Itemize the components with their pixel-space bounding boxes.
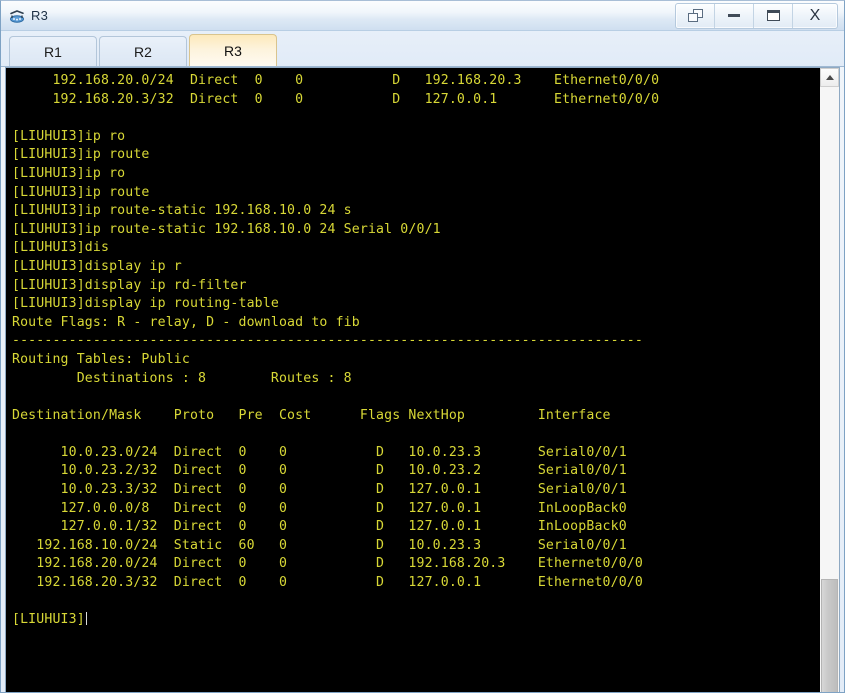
terminal-line: [LIUHUI3]display ip rd-filter — [12, 277, 247, 293]
tab-r3[interactable]: R3 — [189, 34, 277, 66]
terminal-line: 127.0.0.0/8 Direct 0 0 D 127.0.0.1 InLoo… — [12, 500, 627, 516]
tab-r2[interactable]: R2 — [99, 36, 187, 66]
terminal-line: [LIUHUI3]ip ro — [12, 128, 126, 144]
terminal-line: [LIUHUI3]ip route-static 192.168.10.0 24… — [12, 221, 441, 237]
terminal-line: Destination/Mask Proto Pre Cost Flags Ne… — [12, 407, 611, 423]
maximize-button[interactable] — [754, 3, 793, 28]
tab-label: R2 — [134, 43, 152, 60]
terminal-window: R3 X R1 R2 R3 192.168.20.0/24 Direct 0 0… — [0, 0, 845, 693]
title-bar: R3 X — [1, 1, 844, 31]
terminal-line: [LIUHUI3]ip route-static 192.168.10.0 24… — [12, 203, 352, 219]
terminal-line: Destinations : 8 Routes : 8 — [12, 370, 352, 386]
terminal-line: Route Flags: R - relay, D - download to … — [12, 314, 360, 330]
chevron-up-icon — [825, 75, 834, 80]
tab-r1[interactable]: R1 — [9, 36, 97, 66]
terminal-line: 10.0.23.3/32 Direct 0 0 D 127.0.0.1 Seri… — [12, 482, 627, 498]
terminal-line: [LIUHUI3]display ip routing-table — [12, 296, 279, 312]
terminal-line: 10.0.23.2/32 Direct 0 0 D 10.0.23.2 Seri… — [12, 463, 627, 479]
window-title: R3 — [31, 7, 49, 23]
terminal-line: [LIUHUI3]dis — [12, 240, 110, 256]
maximize-icon — [766, 10, 780, 21]
terminal-line: [LIUHUI3]ip ro — [12, 165, 126, 181]
terminal-panel: 192.168.20.0/24 Direct 0 0 D 192.168.20.… — [5, 67, 840, 692]
tab-label: R3 — [224, 42, 242, 59]
window-controls: X — [675, 2, 838, 29]
terminal-line: 192.168.20.3/32 Direct 0 0 D 127.0.0.1 E… — [12, 91, 660, 107]
router-icon — [8, 7, 26, 25]
terminal-line: 192.168.20.0/24 Direct 0 0 D 192.168.20.… — [12, 73, 660, 88]
terminal-line: 192.168.20.3/32 Direct 0 0 D 127.0.0.1 E… — [12, 575, 643, 591]
scroll-up-button[interactable] — [820, 68, 839, 87]
terminal-line: Routing Tables: Public — [12, 351, 190, 367]
restore-windows-icon — [687, 9, 703, 22]
terminal-line: 192.168.10.0/24 Static 60 0 D 10.0.23.3 … — [12, 537, 627, 553]
close-icon: X — [809, 6, 821, 24]
restore-button[interactable] — [676, 3, 715, 28]
terminal-output[interactable]: 192.168.20.0/24 Direct 0 0 D 192.168.20.… — [6, 68, 819, 692]
text-cursor — [85, 612, 87, 626]
terminal-line: 10.0.23.0/24 Direct 0 0 D 10.0.23.3 Seri… — [12, 444, 627, 460]
scrollbar-track[interactable] — [820, 87, 839, 692]
minimize-button[interactable] — [715, 3, 754, 28]
terminal-line: [LIUHUI3]display ip r — [12, 258, 182, 274]
tab-label: R1 — [44, 43, 62, 60]
minimize-icon — [728, 14, 740, 17]
terminal-line: 127.0.0.1/32 Direct 0 0 D 127.0.0.1 InLo… — [12, 519, 627, 535]
terminal-scrollbar[interactable] — [819, 68, 839, 692]
terminal-line: [LIUHUI3]ip route — [12, 147, 150, 163]
terminal-line: ----------------------------------------… — [12, 333, 643, 349]
terminal-line: 192.168.20.0/24 Direct 0 0 D 192.168.20.… — [12, 556, 643, 572]
close-button[interactable]: X — [793, 4, 837, 28]
terminal-line: [LIUHUI3]ip route — [12, 184, 150, 200]
tab-strip: R1 R2 R3 — [1, 31, 844, 67]
terminal-line: [LIUHUI3] — [12, 612, 87, 628]
scrollbar-thumb[interactable] — [821, 579, 838, 692]
